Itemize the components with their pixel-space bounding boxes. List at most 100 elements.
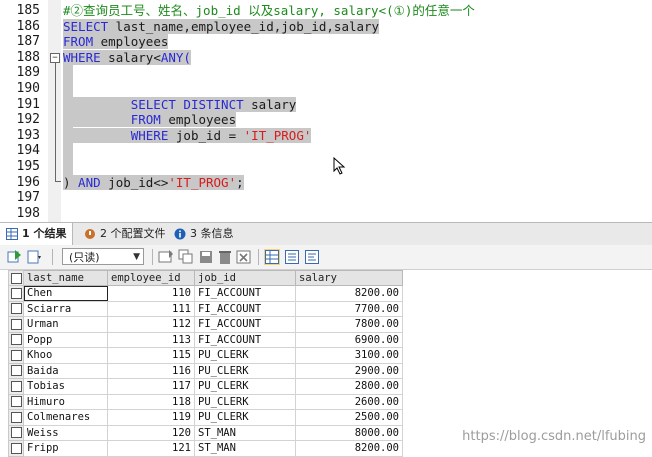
code-line[interactable]: 191 SELECT DISTINCT salary xyxy=(0,96,652,113)
table-row[interactable]: Baida 116 PU_CLERK 2900.00 xyxy=(8,362,403,379)
code-line[interactable]: 185 #②查询员工号、姓名、job_id 以及salary, salary<(①… xyxy=(0,3,652,19)
tab-messages[interactable]: 3 条信息 xyxy=(168,223,240,245)
code-line[interactable]: 194 xyxy=(0,143,652,159)
cell-last-name[interactable]: Baida xyxy=(23,362,108,379)
cell-last-name[interactable]: Popp xyxy=(23,331,108,348)
row-checkbox[interactable] xyxy=(8,285,24,302)
column-header-last-name[interactable]: last_name xyxy=(23,270,108,286)
cell-last-name[interactable]: Khoo xyxy=(23,347,108,364)
insert-row-icon[interactable] xyxy=(158,249,174,265)
cancel-changes-icon[interactable] xyxy=(236,249,252,265)
cell-job-id[interactable]: ST_MAN xyxy=(194,440,296,457)
cell-last-name[interactable]: Himuro xyxy=(23,393,108,410)
cell-last-name[interactable]: Sciarra xyxy=(23,300,108,317)
results-grid[interactable]: last_name employee_id job_id salary Chen… xyxy=(0,270,652,457)
cell-salary[interactable]: 2900.00 xyxy=(295,362,403,379)
fold-toggle-icon[interactable]: − xyxy=(50,53,60,63)
row-checkbox[interactable] xyxy=(8,440,24,457)
form-view-icon[interactable] xyxy=(284,249,300,265)
cell-last-name[interactable]: Fripp xyxy=(23,440,108,457)
table-row[interactable]: Fripp 121 ST_MAN 8200.00 xyxy=(8,440,403,457)
cell-employee-id[interactable]: 117 xyxy=(107,378,195,395)
cell-employee-id[interactable]: 113 xyxy=(107,331,195,348)
cell-job-id[interactable]: FI_ACCOUNT xyxy=(194,331,296,348)
table-row[interactable]: Chen 110 FI_ACCOUNT 8200.00 xyxy=(8,285,403,302)
column-header-employee-id[interactable]: employee_id xyxy=(107,270,195,286)
table-row[interactable]: Urman 112 FI_ACCOUNT 7800.00 xyxy=(8,316,403,333)
row-checkbox[interactable] xyxy=(8,409,24,426)
table-row[interactable]: Weiss 120 ST_MAN 8000.00 xyxy=(8,424,403,441)
delete-row-icon[interactable] xyxy=(217,249,233,265)
cell-salary[interactable]: 2800.00 xyxy=(295,378,403,395)
tab-profiles[interactable]: 2 个配置文件 xyxy=(78,223,172,245)
cell-salary[interactable]: 7700.00 xyxy=(295,300,403,317)
code-line[interactable]: 190 xyxy=(0,81,652,97)
row-checkbox[interactable] xyxy=(8,347,24,364)
cell-employee-id[interactable]: 118 xyxy=(107,393,195,410)
cell-last-name[interactable]: Weiss xyxy=(23,424,108,441)
cell-employee-id[interactable]: 111 xyxy=(107,300,195,317)
code-line[interactable]: 189 xyxy=(0,65,652,81)
grid-view-icon[interactable] xyxy=(264,249,280,265)
cell-salary[interactable]: 3100.00 xyxy=(295,347,403,364)
export-grid-icon[interactable] xyxy=(6,249,22,265)
cell-last-name[interactable]: Colmenares xyxy=(23,409,108,426)
table-row[interactable]: Popp 113 FI_ACCOUNT 6900.00 xyxy=(8,331,403,348)
cell-job-id[interactable]: FI_ACCOUNT xyxy=(194,316,296,333)
cell-job-id[interactable]: ST_MAN xyxy=(194,424,296,441)
table-row[interactable]: Tobias 117 PU_CLERK 2800.00 xyxy=(8,378,403,395)
cell-salary[interactable]: 8200.00 xyxy=(295,285,403,302)
duplicate-row-icon[interactable] xyxy=(178,249,194,265)
tab-results[interactable]: 1 个结果 xyxy=(0,223,74,245)
row-checkbox[interactable] xyxy=(8,300,24,317)
select-all-checkbox[interactable] xyxy=(8,270,24,286)
cell-employee-id[interactable]: 121 xyxy=(107,440,195,457)
code-line[interactable]: 198 xyxy=(0,206,652,222)
cell-last-name[interactable]: Urman xyxy=(23,316,108,333)
code-line[interactable]: 188 WHERE salary<ANY( xyxy=(0,49,652,66)
cell-salary[interactable]: 2500.00 xyxy=(295,409,403,426)
code-line[interactable]: 192 FROM employees xyxy=(0,112,652,128)
table-row[interactable]: Khoo 115 PU_CLERK 3100.00 xyxy=(8,347,403,364)
cell-employee-id[interactable]: 112 xyxy=(107,316,195,333)
column-header-job-id[interactable]: job_id xyxy=(194,270,296,286)
code-line[interactable]: 196) AND job_id<>'IT_PROG'; xyxy=(0,174,652,191)
readonly-mode-select[interactable]: (只读) ▼ xyxy=(62,248,144,265)
row-checkbox[interactable] xyxy=(8,362,24,379)
row-checkbox[interactable] xyxy=(8,331,24,348)
grid-options-icon[interactable] xyxy=(26,249,42,265)
cell-employee-id[interactable]: 120 xyxy=(107,424,195,441)
cell-salary[interactable]: 2600.00 xyxy=(295,393,403,410)
cell-last-name[interactable]: Chen xyxy=(23,285,108,302)
cell-last-name[interactable]: Tobias xyxy=(23,378,108,395)
table-row[interactable]: Colmenares 119 PU_CLERK 2500.00 xyxy=(8,409,403,426)
table-row[interactable]: Himuro 118 PU_CLERK 2600.00 xyxy=(8,393,403,410)
text-view-icon[interactable] xyxy=(304,249,320,265)
cell-salary[interactable]: 8000.00 xyxy=(295,424,403,441)
cell-job-id[interactable]: FI_ACCOUNT xyxy=(194,285,296,302)
cell-salary[interactable]: 7800.00 xyxy=(295,316,403,333)
code-line[interactable]: 195 xyxy=(0,159,652,175)
cell-job-id[interactable]: PU_CLERK xyxy=(194,362,296,379)
row-checkbox[interactable] xyxy=(8,393,24,410)
cell-job-id[interactable]: PU_CLERK xyxy=(194,393,296,410)
cell-job-id[interactable]: PU_CLERK xyxy=(194,347,296,364)
table-row[interactable]: Sciarra 111 FI_ACCOUNT 7700.00 xyxy=(8,300,403,317)
code-line[interactable]: 193 WHERE job_id = 'IT_PROG' xyxy=(0,127,652,144)
code-line[interactable]: 187 FROM employees xyxy=(0,34,652,50)
column-header-salary[interactable]: salary xyxy=(295,270,403,286)
cell-employee-id[interactable]: 119 xyxy=(107,409,195,426)
cell-salary[interactable]: 6900.00 xyxy=(295,331,403,348)
cell-employee-id[interactable]: 116 xyxy=(107,362,195,379)
cell-salary[interactable]: 8200.00 xyxy=(295,440,403,457)
row-checkbox[interactable] xyxy=(8,316,24,333)
cell-job-id[interactable]: PU_CLERK xyxy=(194,409,296,426)
cell-job-id[interactable]: PU_CLERK xyxy=(194,378,296,395)
cell-job-id[interactable]: FI_ACCOUNT xyxy=(194,300,296,317)
row-checkbox[interactable] xyxy=(8,378,24,395)
sql-editor[interactable]: 185 #②查询员工号、姓名、job_id 以及salary, salary<(①… xyxy=(0,0,652,222)
code-line[interactable]: 186 SELECT last_name,employee_id,job_id,s… xyxy=(0,18,652,35)
save-icon[interactable] xyxy=(198,249,214,265)
cell-employee-id[interactable]: 115 xyxy=(107,347,195,364)
row-checkbox[interactable] xyxy=(8,424,24,441)
